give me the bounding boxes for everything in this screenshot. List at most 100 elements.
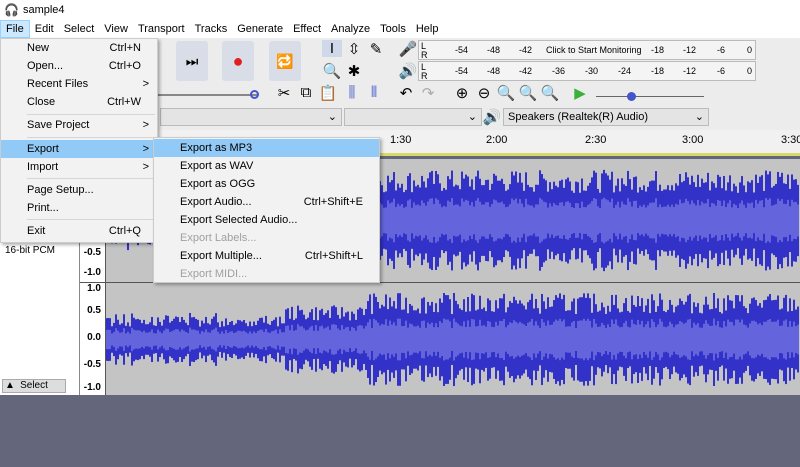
menu-item-print[interactable]: Print... (1, 199, 157, 217)
menu-edit[interactable]: Edit (30, 20, 59, 38)
meter-tick: -24 (618, 66, 632, 76)
playback-meter[interactable]: L R -54 -48 -42 -36 -30 -24 -18 -12 -6 0 (418, 61, 756, 81)
start-monitoring-label[interactable]: Click to Start Monitoring (546, 45, 642, 55)
copy-icon[interactable]: ⧉ (296, 84, 316, 101)
zoom-in-icon[interactable]: ⊕ (452, 84, 472, 102)
skip-end-icon: ⏭ (185, 52, 199, 69)
skip-end-button[interactable]: ⏭ (176, 41, 208, 81)
menu-item-page-setup[interactable]: Page Setup... (1, 181, 157, 199)
multi-tool-icon[interactable]: ✱ (344, 62, 364, 80)
menu-item-export-wav[interactable]: Export as WAV (154, 157, 379, 175)
record-icon: ● (232, 50, 244, 71)
menu-item-export-audio[interactable]: Export Audio... Ctrl+Shift+E (154, 193, 379, 211)
menu-item-export[interactable]: Export > (1, 140, 157, 158)
playback-speed-slider[interactable] (596, 96, 704, 97)
menu-item-export-mp3[interactable]: Export as MP3 (154, 139, 379, 157)
menu-item-export-multiple[interactable]: Export Multiple... Ctrl+Shift+L (154, 247, 379, 265)
fit-project-icon[interactable]: 🔍 (518, 84, 538, 102)
menu-tools[interactable]: Tools (375, 20, 411, 38)
meter-tick: -42 (519, 66, 533, 76)
record-button[interactable]: ● (222, 41, 254, 81)
redo-icon[interactable]: ↷ (418, 84, 438, 102)
draw-tool-icon[interactable]: ✎ (366, 40, 386, 58)
menu-item-export-selected-audio[interactable]: Export Selected Audio... (154, 211, 379, 229)
menu-item-exit[interactable]: Exit Ctrl+Q (1, 222, 157, 240)
menu-item-export-midi: Export MIDI... (180, 268, 248, 280)
scale-label: -0.5 (83, 247, 101, 258)
separator (27, 114, 155, 115)
recording-device-select[interactable]: ⌄ (160, 108, 342, 126)
menu-item-export-ogg[interactable]: Export as OGG (154, 175, 379, 193)
menu-generate[interactable]: Generate (232, 20, 288, 38)
selection-tool-icon[interactable]: I (322, 40, 342, 57)
timeline-label: 2:30 (585, 134, 607, 146)
channels-select[interactable]: ⌄ (344, 108, 482, 126)
menu-transport[interactable]: Transport (133, 20, 190, 38)
envelope-tool-icon[interactable]: ⇳ (344, 40, 364, 58)
recording-volume-slider[interactable] (158, 94, 258, 96)
undo-icon[interactable]: ↶ (396, 84, 416, 102)
paste-icon[interactable]: 📋 (318, 84, 338, 102)
file-menu: New Ctrl+N Open... Ctrl+O Recent Files > Cl… (0, 38, 158, 243)
silence-icon[interactable]: ⫴ (364, 84, 384, 101)
playback-device-value: Speakers (Realtek(R) Audio) (508, 111, 649, 123)
speed-slider-thumb[interactable] (627, 92, 636, 101)
menu-select[interactable]: Select (59, 20, 100, 38)
play-at-speed-icon[interactable]: ▶ (570, 84, 590, 102)
select-button[interactable]: ▲ Select (2, 379, 66, 393)
meter-tick: -54 (455, 66, 469, 76)
meter-tick: -18 (651, 45, 665, 55)
chevron-right-icon: > (142, 161, 149, 173)
meter-tick: -48 (487, 45, 501, 55)
menu-item-close[interactable]: Close Ctrl+W (1, 93, 157, 111)
menu-bar: File Edit Select View Transport Tracks G… (0, 20, 800, 38)
loop-icon: 🔁 (276, 52, 294, 69)
meter-tick: 0 (747, 45, 753, 55)
menu-item-import[interactable]: Import > (1, 158, 157, 176)
menu-item-save-project[interactable]: Save Project > (1, 116, 157, 134)
menu-view[interactable]: View (99, 20, 133, 38)
chevron-down-icon: ⌄ (327, 111, 337, 123)
meter-tick: -48 (487, 66, 501, 76)
meter-tick: -30 (585, 66, 599, 76)
speaker-icon: 🔊 (398, 63, 418, 80)
meter-tick: -18 (651, 66, 665, 76)
zoom-tool-icon[interactable]: 🔍 (322, 62, 342, 80)
track-format: 16-bit PCM (5, 245, 56, 256)
loop-button[interactable]: 🔁 (269, 41, 301, 81)
menu-help[interactable]: Help (411, 20, 444, 38)
meter-tick: 0 (747, 66, 753, 76)
chevron-right-icon: > (142, 119, 149, 131)
fit-selection-icon[interactable]: 🔍 (496, 84, 516, 102)
menu-item-export-labels: Export Labels... (180, 232, 257, 244)
playback-device-select[interactable]: Speakers (Realtek(R) Audio) ⌄ (503, 108, 709, 126)
timeline-label: 2:00 (486, 134, 508, 146)
separator (27, 219, 155, 220)
menu-item-new[interactable]: New Ctrl+N (1, 39, 157, 57)
record-meter[interactable]: L R -54 -48 -42 Click to Start Monitorin… (418, 40, 756, 60)
scale-label: -0.5 (83, 359, 101, 370)
menu-effect[interactable]: Effect (288, 20, 326, 38)
collapse-icon: ▲ (5, 380, 15, 391)
menu-item-recent-files[interactable]: Recent Files > (1, 75, 157, 93)
chevron-right-icon: > (142, 143, 149, 155)
separator (27, 178, 155, 179)
cut-icon[interactable]: ✂ (274, 84, 294, 102)
audacity-logo-icon: 🎧 (4, 3, 19, 17)
slider-thumb[interactable] (250, 90, 259, 99)
menu-analyze[interactable]: Analyze (326, 20, 375, 38)
scale-label: 1.0 (87, 283, 101, 294)
meter-tick: -42 (519, 45, 533, 55)
zoom-out-icon[interactable]: ⊖ (474, 84, 494, 102)
meter-tick: -12 (683, 66, 697, 76)
chevron-right-icon: > (142, 78, 149, 90)
chevron-down-icon: ⌄ (467, 111, 477, 123)
menu-tracks[interactable]: Tracks (190, 20, 233, 38)
menu-item-open[interactable]: Open... Ctrl+O (1, 57, 157, 75)
menu-file[interactable]: File (0, 20, 30, 38)
waveform-right-channel[interactable] (106, 282, 800, 395)
separator (27, 137, 155, 138)
zoom-toggle-icon[interactable]: 🔍 (540, 84, 560, 102)
trim-icon[interactable]: ⫼ (342, 84, 362, 101)
meter-tick: -6 (717, 66, 726, 76)
